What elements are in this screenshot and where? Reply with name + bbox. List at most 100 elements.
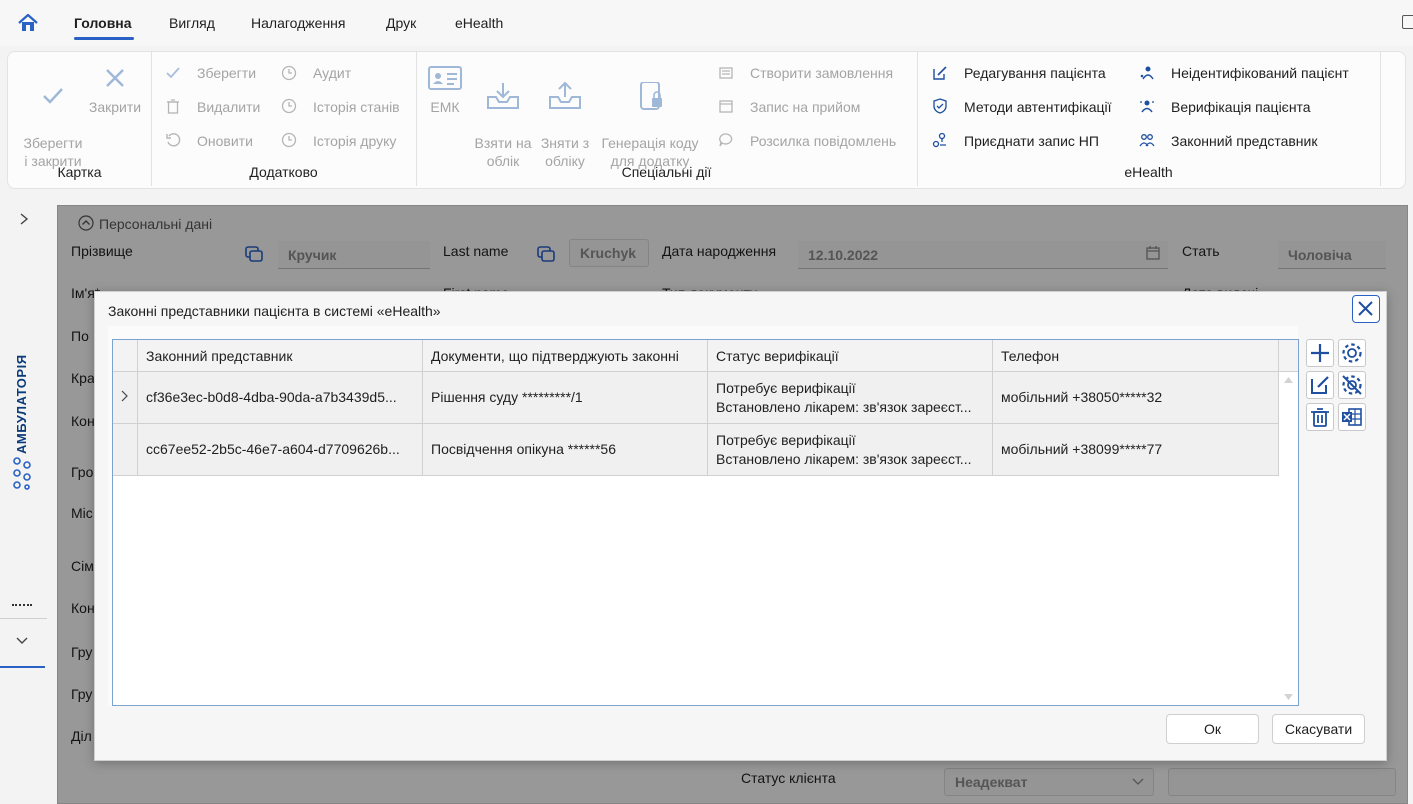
generate-code-button[interactable]: Генерація коду для додатку [594, 64, 706, 170]
refresh-button[interactable]: Оновити [197, 133, 253, 149]
state-history-button[interactable]: Історія станів [313, 99, 400, 115]
tab-ehealth[interactable]: eHealth [455, 15, 503, 31]
unidentified-patient-button[interactable]: Неідентифікований пацієнт [1171, 65, 1349, 81]
attach-np-button[interactable]: Приєднати запис НП [964, 133, 1099, 149]
table-row[interactable]: cc67ee52-2b5c-46e7-a604-d7709626b... Пос… [113, 424, 1279, 476]
tab-print[interactable]: Друк [386, 15, 416, 31]
tab-home[interactable]: Головна [74, 15, 132, 31]
top-tab-bar: Головна Вигляд Налагодження Друк eHealth [0, 0, 1413, 46]
row-indicator-header [113, 340, 138, 372]
chevron-right-icon[interactable] [18, 212, 30, 226]
clock-icon [281, 65, 297, 81]
legal-rep-button[interactable]: Законний представник [1171, 133, 1317, 149]
group-divider [1380, 52, 1381, 186]
save-button[interactable]: Зберегти [197, 65, 256, 81]
edit-button[interactable] [1306, 371, 1334, 399]
link-people-icon [932, 132, 946, 148]
maximize-icon[interactable] [1402, 15, 1413, 29]
column-header[interactable]: Телефон [993, 340, 1279, 372]
check-icon [43, 88, 63, 104]
close-label: Закрити [88, 99, 142, 115]
doc-cell: Посвідчення опікуна ******56 [423, 424, 708, 475]
appointment-button[interactable]: Запис на прийом [750, 99, 860, 115]
calendar-icon [719, 100, 733, 113]
active-indicator [0, 666, 45, 668]
delete-button[interactable]: Видалити [197, 99, 260, 115]
group-label-special: Спеціальні дії [621, 164, 712, 180]
home-icon[interactable] [17, 12, 39, 34]
scroll-up-icon[interactable] [1283, 376, 1294, 384]
gear-icon [1342, 343, 1362, 363]
doc-cell: Рішення суду *********/1 [423, 372, 708, 423]
table-row[interactable]: cf36e3ec-b0d8-4dba-90da-a7b3439d5... Ріш… [113, 372, 1279, 424]
print-history-button[interactable]: Історія друку [313, 133, 396, 149]
settings-off-button[interactable] [1338, 371, 1366, 399]
rep-id-cell: cf36e3ec-b0d8-4dba-90da-a7b3439d5... [138, 372, 423, 423]
status-detail: Встановлено лікарем: зв'язок зареєст... [716, 399, 972, 415]
settings-button[interactable] [1338, 339, 1366, 367]
close-button[interactable]: Закрити [86, 64, 144, 116]
chevron-down-icon[interactable] [15, 636, 29, 646]
dialog-close-button[interactable] [1352, 295, 1380, 323]
group-label-extra: Додатково [249, 164, 318, 180]
scroll-down-icon[interactable] [1283, 693, 1294, 701]
status-cell: Потребує верифікації Встановлено лікарем… [708, 424, 993, 475]
dialog-title: Законні представники пацієнта в системі … [108, 303, 441, 319]
group-label-ehealth: eHealth [1124, 164, 1173, 180]
take-register-button[interactable]: Взяти на облік [468, 64, 538, 170]
ribbon: Зберегти і закрити Закрити Картка Зберег… [7, 51, 1406, 189]
person-verify-icon [1140, 100, 1154, 113]
edit-patient-button[interactable]: Редагування пацієнта [964, 65, 1106, 81]
ok-button[interactable]: Ок [1166, 714, 1259, 744]
emk-button[interactable]: ЕМК [420, 64, 470, 116]
people-icon [1139, 134, 1155, 147]
close-icon [106, 69, 124, 87]
module-label[interactable]: АМБУЛАТОРІЯ [14, 354, 29, 454]
legal-reps-dialog: Законні представники пацієнта в системі … [94, 291, 1387, 761]
more-dots-icon[interactable] [12, 604, 32, 607]
phone-cell: мобільний +38050*****32 [993, 372, 1279, 423]
inbox-out-icon [549, 82, 581, 109]
create-order-button[interactable]: Створити замовлення [750, 65, 893, 81]
edit-icon [1311, 376, 1329, 394]
column-header[interactable]: Законний представник [138, 340, 423, 372]
phone-lock-icon [640, 82, 662, 110]
save-close-button[interactable]: Зберегти і закрити [14, 64, 92, 170]
clock-icon [281, 98, 297, 114]
audit-button[interactable]: Аудит [313, 65, 351, 81]
header-filler [1279, 340, 1298, 372]
column-header[interactable]: Статус верифікації [708, 340, 993, 372]
mailing-button[interactable]: Розсилка повідомлень [750, 133, 896, 149]
add-button[interactable] [1306, 339, 1334, 367]
delete-button[interactable] [1306, 403, 1334, 431]
trash-icon [167, 99, 179, 114]
id-card-icon [428, 66, 462, 90]
row-indicator[interactable] [113, 372, 138, 423]
auth-methods-button[interactable]: Методи автентифікації [964, 99, 1112, 115]
tab-settings[interactable]: Налагодження [251, 15, 346, 31]
phone-cell: мобільний +38099*****77 [993, 424, 1279, 475]
tab-view[interactable]: Вигляд [169, 15, 215, 31]
order-icon [719, 67, 733, 79]
export-excel-button[interactable] [1338, 403, 1366, 431]
chevron-right-icon [121, 390, 128, 402]
divider [0, 618, 47, 619]
excel-icon [1342, 408, 1362, 426]
status-detail: Встановлено лікарем: зв'язок зареєст... [716, 451, 972, 467]
gear-off-icon [1342, 375, 1362, 395]
remove-register-button[interactable]: Зняти з обліку [532, 64, 598, 170]
check-icon [166, 67, 180, 79]
side-panel: АМБУЛАТОРІЯ [0, 198, 47, 804]
close-icon [1358, 301, 1373, 316]
cancel-button[interactable]: Скасувати [1272, 714, 1365, 744]
emk-label: ЕМК [430, 99, 460, 115]
trash-icon [1311, 408, 1329, 427]
column-header[interactable]: Документи, що підтверджують законні [423, 340, 708, 372]
status-line: Потребує верифікації [716, 380, 856, 396]
row-indicator[interactable] [113, 424, 138, 475]
verification-button[interactable]: Верифікація пацієнта [1171, 99, 1311, 115]
vertical-scrollbar[interactable] [1279, 372, 1298, 705]
active-tab-indicator [74, 37, 134, 40]
legal-reps-table: Законний представник Документи, що підтв… [112, 339, 1299, 706]
status-line: Потребує верифікації [716, 432, 856, 448]
